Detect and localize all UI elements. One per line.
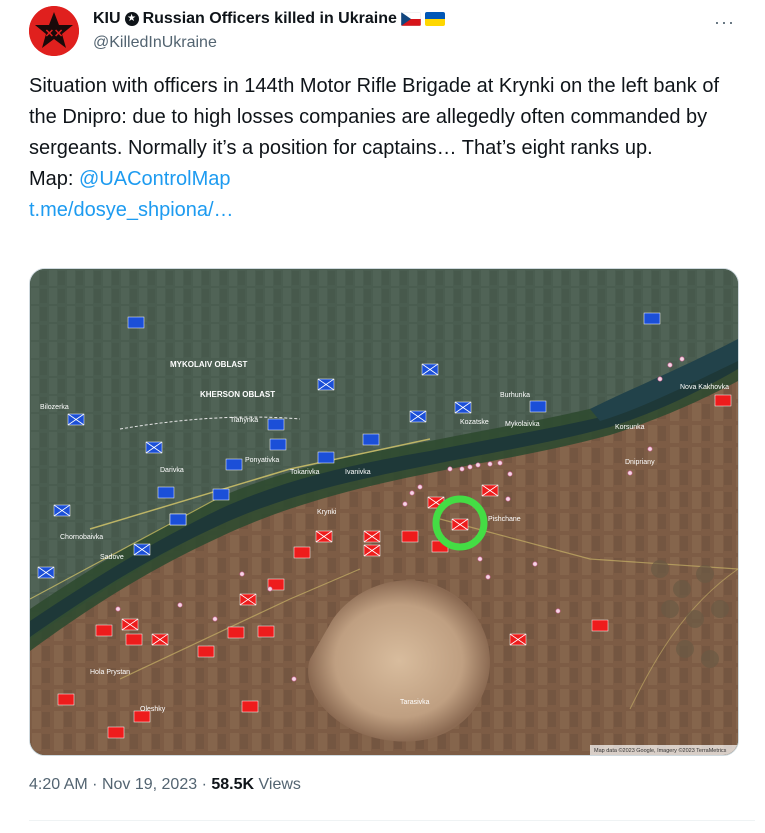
- tweet-body: Situation with officers in 144th Motor R…: [29, 75, 719, 159]
- map-credit-line: Map: @UAControlMap: [29, 164, 739, 195]
- map-label: Map:: [29, 168, 74, 190]
- ru-unit-marker: [239, 593, 257, 606]
- map-label-dnipriany: Dnipriany: [625, 459, 655, 466]
- ru-unit-marker: [151, 633, 169, 646]
- ua-unit-marker: [145, 441, 163, 454]
- map-mention-link[interactable]: @UAControlMap: [79, 168, 230, 190]
- ua-unit-marker: [317, 451, 335, 464]
- map-attribution: Map data ©2023 Google, Imagery ©2023 Ter…: [594, 747, 727, 754]
- ua-unit-marker: [643, 312, 661, 325]
- ru-unit-marker: [197, 645, 215, 658]
- telegram-link[interactable]: t.me/dosye_shpiona/…: [29, 199, 234, 221]
- ukraine-flag-icon: [424, 12, 445, 26]
- ua-unit-marker: [225, 458, 243, 471]
- map-label-hola-prystan: Hola Prystan: [90, 669, 130, 676]
- ua-unit-marker: [53, 504, 71, 517]
- ru-unit-marker: [125, 633, 143, 646]
- meta-separator: ·: [201, 776, 212, 793]
- avatar[interactable]: ✕✕: [29, 6, 79, 56]
- map-label-nova-kakhovka: Nova Kakhovka: [680, 384, 729, 391]
- tweet-meta: 4:20 AM · Nov 19, 2023 · 58.5K Views: [29, 776, 301, 794]
- map-label-kozatske: Kozatske: [460, 419, 489, 426]
- display-name-suffix[interactable]: Russian Officers killed in Ukraine: [143, 10, 397, 28]
- map-label-bilozerka: Bilozerka: [40, 404, 69, 411]
- map-label-kherson-oblast: KHERSON OBLAST: [200, 390, 275, 399]
- ru-unit-marker: [401, 530, 419, 543]
- ru-unit-marker: [451, 518, 469, 531]
- ua-unit-marker: [67, 413, 85, 426]
- map-label-tarasivka: Tarasivka: [400, 699, 430, 706]
- ua-unit-marker: [37, 566, 55, 579]
- tweet-map-image[interactable]: MYKOLAIV OBLAST KHERSON OBLAST Krynki Pi…: [29, 268, 739, 756]
- ua-unit-marker: [362, 433, 380, 446]
- user-handle[interactable]: @KilledInUkraine: [93, 34, 217, 52]
- ru-unit-marker: [363, 530, 381, 543]
- ua-unit-marker: [529, 400, 547, 413]
- map-label-mykolaiv-oblast: MYKOLAIV OBLAST: [170, 360, 247, 369]
- ru-unit-marker: [241, 700, 259, 713]
- map-label-pishchane: Pishchane: [488, 516, 521, 523]
- map-label-sadove: Sadove: [100, 554, 124, 561]
- ua-unit-marker: [317, 378, 335, 391]
- ua-unit-marker: [421, 363, 439, 376]
- ru-unit-marker: [363, 544, 381, 557]
- ru-unit-marker: [509, 633, 527, 646]
- ru-unit-marker: [57, 693, 75, 706]
- display-name[interactable]: KIU ★ Russian Officers killed in Ukraine: [93, 10, 445, 28]
- tweet-time[interactable]: 4:20 AM: [29, 776, 88, 793]
- map-label-korsunka: Korsunka: [615, 424, 645, 431]
- ua-unit-marker: [157, 486, 175, 499]
- map-label-burhunka: Burhunka: [500, 392, 530, 399]
- divider: [29, 820, 755, 821]
- ru-unit-marker: [121, 618, 139, 631]
- more-dots-icon[interactable]: ···: [714, 12, 735, 33]
- svg-text:✕✕: ✕✕: [45, 28, 63, 40]
- map-label-chornobaivka: Chornobaivka: [60, 534, 103, 541]
- ua-unit-marker: [454, 401, 472, 414]
- map-label-tiahynka: Tiahynka: [230, 417, 258, 424]
- ua-unit-marker: [169, 513, 187, 526]
- ru-unit-marker: [107, 726, 125, 739]
- map-label-mykolaivka: Mykolaivka: [505, 421, 540, 428]
- meta-separator: ·: [92, 776, 102, 793]
- ru-unit-marker: [481, 484, 499, 497]
- tweet-date[interactable]: Nov 19, 2023: [102, 776, 197, 793]
- ua-unit-marker: [267, 418, 285, 431]
- map-label-ivanivka: Ivanivka: [345, 469, 371, 476]
- views-label: Views: [258, 776, 301, 793]
- tweet-text: Situation with officers in 144th Motor R…: [29, 71, 739, 226]
- views-count[interactable]: 58.5K: [211, 776, 254, 793]
- ua-unit-marker: [269, 438, 287, 451]
- map-label-darivka: Darivka: [160, 467, 184, 474]
- ua-unit-marker: [212, 488, 230, 501]
- ru-unit-marker: [315, 530, 333, 543]
- ua-unit-marker: [409, 410, 427, 423]
- ru-unit-marker: [714, 394, 732, 407]
- ua-unit-marker: [133, 543, 151, 556]
- tweet-header: ✕✕ KIU ★ Russian Officers killed in Ukra…: [29, 4, 749, 64]
- star-badge-icon: ★: [124, 12, 139, 26]
- ru-unit-marker: [95, 624, 113, 637]
- ru-unit-marker: [293, 546, 311, 559]
- ru-unit-marker: [133, 710, 151, 723]
- map-label-ponyativka: Ponyativka: [245, 457, 279, 464]
- czech-flag-icon: [400, 12, 421, 26]
- map-label-krynki: Krynki: [317, 509, 337, 516]
- ru-unit-marker: [591, 619, 609, 632]
- ru-unit-marker: [227, 626, 245, 639]
- map-label-tokarivka: Tokarivka: [290, 469, 320, 476]
- ua-unit-marker: [127, 316, 145, 329]
- ru-unit-marker: [257, 625, 275, 638]
- display-name-text[interactable]: KIU: [93, 10, 121, 28]
